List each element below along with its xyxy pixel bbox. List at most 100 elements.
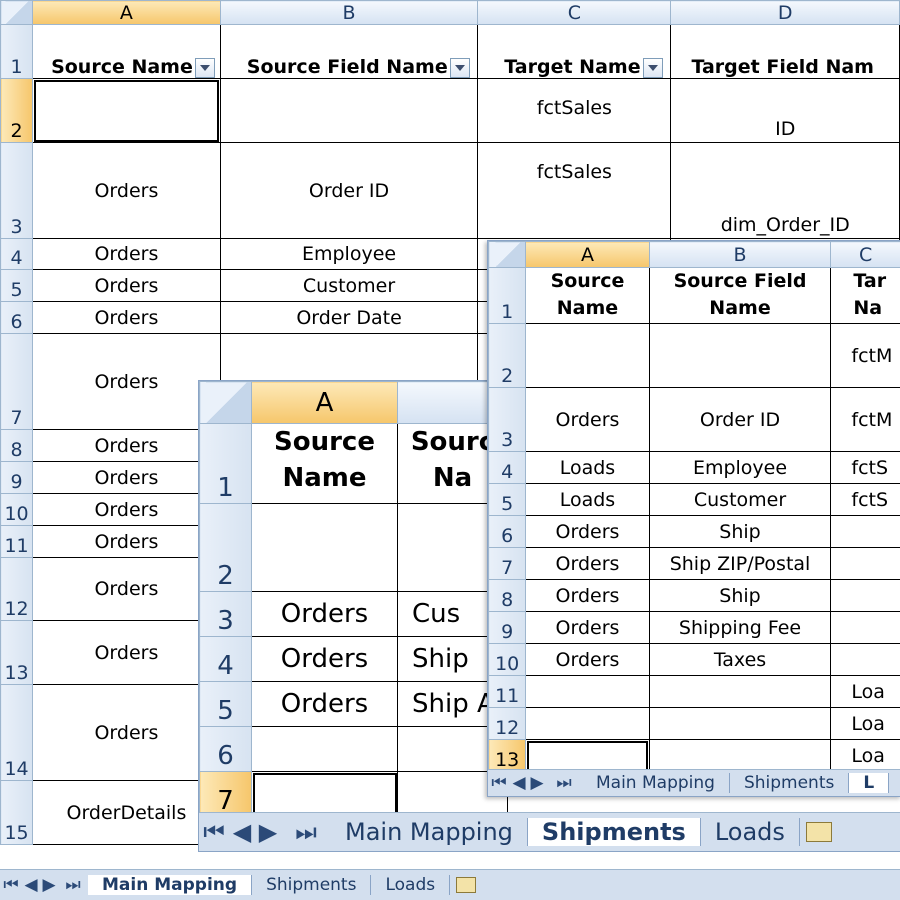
- target-name-cell[interactable]: [830, 547, 900, 580]
- row-header[interactable]: 13: [0, 620, 34, 685]
- source-name-cell[interactable]: Orders: [251, 591, 398, 637]
- prev-sheet-icon[interactable]: ◀: [229, 818, 255, 846]
- select-all-corner[interactable]: [488, 241, 527, 268]
- source-field-name-cell[interactable]: Ship: [648, 579, 832, 612]
- next-sheet-icon[interactable]: ▶: [40, 875, 58, 895]
- tab-loads[interactable]: Loads: [371, 875, 451, 895]
- source-field-name-cell[interactable]: [219, 78, 479, 143]
- source-name-cell[interactable]: Orders: [525, 579, 650, 612]
- source-field-name-cell[interactable]: Order Date: [219, 301, 479, 334]
- row-header[interactable]: 2: [199, 503, 252, 592]
- source-name-cell[interactable]: Orders: [32, 557, 221, 621]
- row-header[interactable]: 12: [488, 707, 527, 740]
- target-name-cell[interactable]: Loa: [830, 739, 900, 772]
- row-header[interactable]: 5: [0, 269, 34, 302]
- tab-main-mapping[interactable]: Main Mapping: [88, 875, 253, 895]
- next-sheet-icon[interactable]: ▶: [255, 818, 281, 846]
- target-name-cell[interactable]: fctSales: [477, 78, 672, 143]
- column-header-a[interactable]: A: [251, 381, 398, 424]
- source-field-name-cell[interactable]: Employee: [648, 451, 832, 484]
- source-name-cell[interactable]: [251, 771, 398, 817]
- source-name-cell[interactable]: Orders: [32, 301, 221, 334]
- target-name-cell[interactable]: [830, 515, 900, 548]
- target-field-name-cell[interactable]: dim_Order_ID: [670, 142, 900, 239]
- last-sheet-icon[interactable]: ⏭: [58, 875, 88, 895]
- target-name-cell[interactable]: Loa: [830, 707, 900, 740]
- header-cell-source-field-name[interactable]: Source Field Name: [219, 24, 479, 79]
- row-header[interactable]: 13: [488, 739, 527, 772]
- source-field-name-cell[interactable]: Employee: [219, 238, 479, 270]
- row-header[interactable]: 10: [488, 643, 527, 676]
- prev-sheet-icon[interactable]: ◀: [510, 773, 528, 793]
- row-header[interactable]: 5: [199, 681, 252, 727]
- column-header-c[interactable]: C: [477, 0, 672, 25]
- source-field-name-cell[interactable]: [648, 323, 832, 388]
- source-name-cell[interactable]: Orders: [32, 269, 221, 302]
- tab-loads[interactable]: Loads: [701, 818, 800, 846]
- source-name-cell[interactable]: Orders: [251, 681, 398, 727]
- row-header[interactable]: 4: [0, 238, 34, 270]
- source-name-cell[interactable]: Orders: [32, 238, 221, 270]
- select-all-corner[interactable]: [199, 381, 252, 424]
- source-field-name-cell[interactable]: Customer: [648, 483, 832, 516]
- source-name-cell[interactable]: Orders: [525, 387, 650, 452]
- row-header[interactable]: 2: [488, 323, 527, 388]
- source-field-name-cell[interactable]: Order ID: [648, 387, 832, 452]
- row-header[interactable]: 4: [199, 636, 252, 682]
- target-name-cell[interactable]: [830, 643, 900, 676]
- row-header[interactable]: 7: [0, 333, 34, 430]
- source-name-cell[interactable]: [525, 739, 650, 772]
- row-header[interactable]: 9: [488, 611, 527, 644]
- header-cell-target-name[interactable]: Target Name: [477, 24, 672, 79]
- source-field-name-cell[interactable]: [648, 675, 832, 708]
- source-field-name-cell[interactable]: Order ID: [219, 142, 479, 239]
- source-field-name-cell[interactable]: Taxes: [648, 643, 832, 676]
- target-name-cell[interactable]: fctM: [830, 387, 900, 452]
- target-name-cell[interactable]: [830, 611, 900, 644]
- last-sheet-icon[interactable]: ⏭: [281, 818, 331, 846]
- source-name-cell[interactable]: Orders: [525, 515, 650, 548]
- source-name-cell[interactable]: Orders: [525, 611, 650, 644]
- source-name-cell[interactable]: Orders: [525, 643, 650, 676]
- source-name-cell[interactable]: Orders: [32, 684, 221, 781]
- row-header[interactable]: 8: [0, 429, 34, 462]
- row-header[interactable]: 6: [199, 726, 252, 772]
- source-name-cell[interactable]: Orders: [32, 333, 221, 430]
- source-name-cell[interactable]: Orders: [32, 620, 221, 685]
- filter-dropdown-icon[interactable]: [194, 57, 215, 78]
- source-name-cell[interactable]: OrderDetails: [32, 780, 221, 845]
- target-name-cell[interactable]: fctS: [830, 483, 900, 516]
- row-header[interactable]: 1: [0, 24, 34, 79]
- target-name-cell[interactable]: fctS: [830, 451, 900, 484]
- column-header-b[interactable]: B: [648, 241, 832, 268]
- column-header-b[interactable]: B: [219, 0, 479, 25]
- source-name-cell[interactable]: Orders: [32, 142, 221, 239]
- insert-sheet-icon[interactable]: [456, 877, 477, 893]
- source-field-name-cell[interactable]: Customer: [219, 269, 479, 302]
- tab-shipments[interactable]: Shipments: [527, 818, 701, 846]
- row-header[interactable]: 3: [199, 591, 252, 637]
- tab-main-mapping[interactable]: Main Mapping: [582, 773, 730, 793]
- source-name-cell[interactable]: Orders: [251, 636, 398, 682]
- row-header[interactable]: 1: [488, 267, 527, 324]
- tab-loads[interactable]: L: [849, 773, 890, 793]
- row-header[interactable]: 8: [488, 579, 527, 612]
- row-header[interactable]: 7: [199, 771, 252, 817]
- source-name-cell[interactable]: [525, 323, 650, 388]
- column-header-a[interactable]: A: [32, 0, 221, 25]
- first-sheet-icon[interactable]: ⏮: [0, 875, 22, 895]
- header-cell-source-field-name[interactable]: Source Field Name: [648, 267, 832, 324]
- header-cell-target-field-name[interactable]: Target Field Nam: [670, 24, 900, 79]
- source-field-name-cell[interactable]: [648, 739, 832, 772]
- source-name-cell[interactable]: Loads: [525, 451, 650, 484]
- source-name-cell[interactable]: [32, 78, 221, 143]
- row-header[interactable]: 4: [488, 451, 527, 484]
- source-field-name-cell[interactable]: Ship ZIP/Postal: [648, 547, 832, 580]
- row-header[interactable]: 1: [199, 423, 252, 504]
- row-header[interactable]: 6: [0, 301, 34, 334]
- header-cell-source-name[interactable]: Source Name: [525, 267, 650, 324]
- target-name-cell[interactable]: [830, 579, 900, 612]
- prev-sheet-icon[interactable]: ◀: [22, 875, 40, 895]
- row-header[interactable]: 3: [0, 142, 34, 239]
- source-name-cell[interactable]: [251, 726, 398, 772]
